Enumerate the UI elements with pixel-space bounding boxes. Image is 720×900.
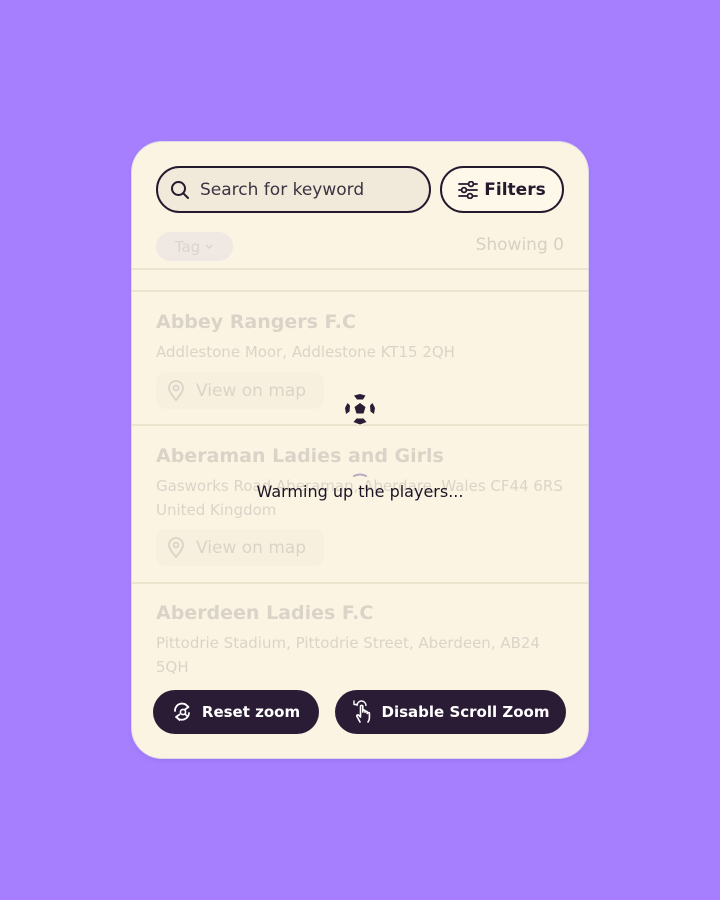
filters-label: Filters (484, 179, 546, 200)
view-on-map-button[interactable]: View on map (156, 529, 324, 566)
club-finder-card: Search for keyword Filters Tag Showing 0… (132, 142, 588, 758)
tag-filter-chip[interactable]: Tag (156, 232, 233, 261)
tag-label: Tag (174, 237, 201, 256)
divider (132, 268, 588, 270)
club-address: Pittodrie Stadium, Pittodrie Street, Abe… (156, 634, 540, 676)
divider (132, 582, 588, 584)
search-icon (170, 180, 190, 200)
club-list-item[interactable]: Abbey Rangers F.C Addlestone Moor, Addle… (156, 310, 566, 364)
view-on-map-label: View on map (196, 537, 307, 558)
search-placeholder: Search for keyword (200, 179, 365, 200)
results-count: Showing 0 (476, 235, 564, 255)
loading-spinner (132, 464, 588, 483)
disable-scroll-zoom-label: Disable Scroll Zoom (381, 703, 550, 721)
results-number: 0 (553, 235, 564, 255)
divider (132, 290, 588, 292)
loading-message: Warming up the players... (256, 482, 464, 501)
map-pin-icon (166, 536, 186, 559)
disable-scroll-zoom-button[interactable]: Disable Scroll Zoom (335, 690, 566, 734)
touch-gesture-icon (352, 700, 374, 724)
reset-zoom-button[interactable]: Reset zoom (153, 690, 319, 734)
view-on-map-label: View on map (196, 380, 307, 401)
view-on-map-button[interactable]: View on map (156, 372, 324, 409)
club-list-item[interactable]: Aberdeen Ladies F.C Pittodrie Stadium, P… (156, 601, 566, 679)
search-input[interactable]: Search for keyword (156, 166, 431, 213)
chevron-down-icon (204, 243, 214, 251)
club-address: Addlestone Moor, Addlestone KT15 2QH (156, 343, 455, 361)
filters-button[interactable]: Filters (440, 166, 564, 213)
reset-zoom-label: Reset zoom (201, 703, 301, 721)
soccer-ball-icon (343, 392, 377, 426)
refresh-zoom-icon (172, 702, 194, 722)
sliders-icon (458, 180, 479, 199)
map-pin-icon (166, 379, 186, 402)
club-name: Aberdeen Ladies F.C (156, 602, 374, 624)
club-name: Abbey Rangers F.C (156, 311, 356, 333)
results-label: Showing (475, 235, 548, 255)
